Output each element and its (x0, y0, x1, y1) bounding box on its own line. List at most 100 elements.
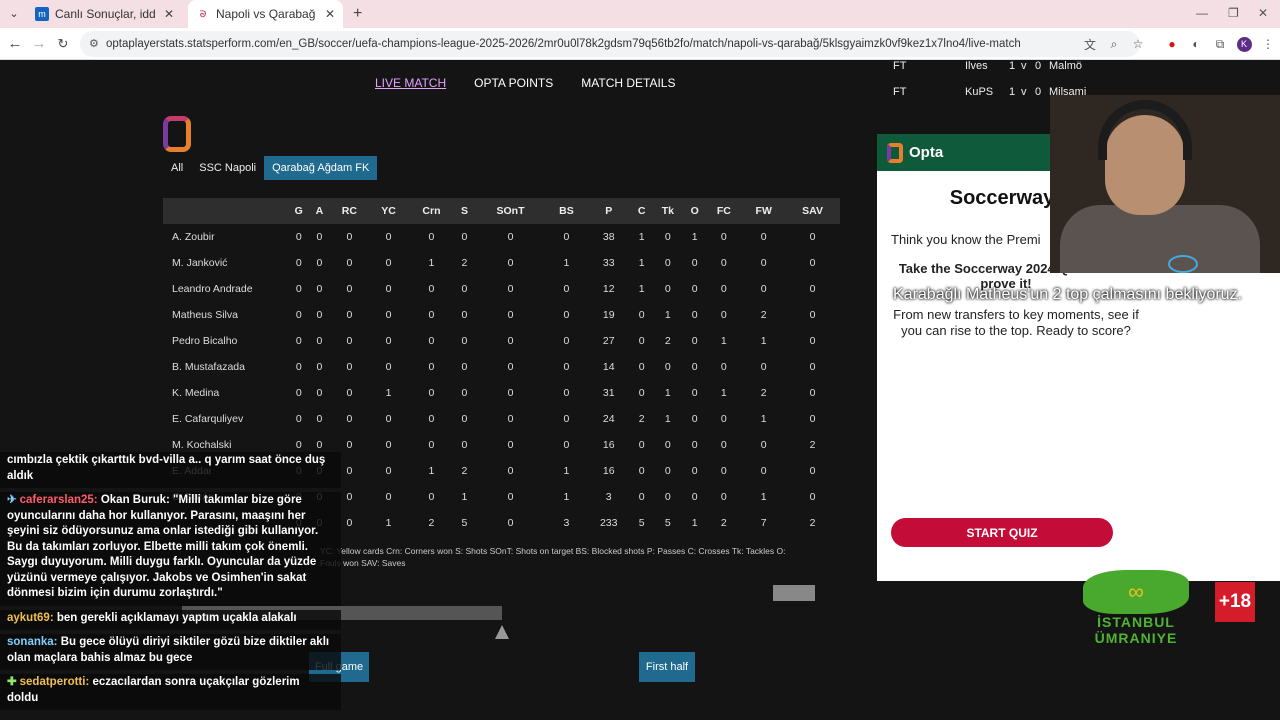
legend-line: Fouls won SAV: Saves (320, 558, 406, 568)
stat-cell: 0 (720, 361, 727, 373)
column-header[interactable]: SOnT (473, 198, 548, 224)
stat-cell: 0 (691, 335, 698, 347)
chat-username[interactable]: caferarslan25: (20, 494, 98, 506)
minimize-icon[interactable]: — (1196, 6, 1208, 20)
stat-cell: 1 (664, 387, 671, 399)
reload-icon[interactable]: ↻ (51, 36, 75, 52)
tab-search-icon[interactable]: ⌄ (7, 7, 21, 21)
column-header[interactable]: G (288, 198, 310, 224)
stat-cell: 0 (638, 361, 645, 373)
stat-cell: 0 (563, 231, 570, 243)
stat-cell: 0 (809, 283, 816, 295)
slider-handle-icon[interactable] (495, 625, 509, 639)
chat-message: aykut69: ben gerekli açıklamayı yaptım u… (0, 609, 341, 630)
stat-cell: 0 (346, 309, 353, 321)
profile-avatar[interactable]: K (1232, 36, 1256, 52)
site-info-icon[interactable]: ⚙ (89, 31, 99, 57)
logo-text: ÜMRANIYE (1094, 630, 1178, 646)
stat-cell: 0 (563, 283, 570, 295)
stat-cell: 0 (691, 439, 698, 451)
tab-live-match[interactable]: LIVE MATCH (375, 76, 446, 90)
stat-cell: 0 (316, 283, 323, 295)
close-window-icon[interactable]: ✕ (1258, 6, 1268, 20)
tab-match-details[interactable]: MATCH DETAILS (581, 76, 675, 90)
close-tab-icon[interactable]: ✕ (164, 7, 174, 21)
column-header[interactable]: O (683, 198, 706, 224)
stat-cell: 1 (638, 257, 645, 269)
column-header[interactable]: Tk (651, 198, 684, 224)
bookmark-star-icon[interactable]: ☆ (1126, 37, 1150, 51)
stat-cell: 0 (428, 335, 435, 347)
column-header[interactable]: RC (329, 198, 370, 224)
column-header[interactable]: P (585, 198, 632, 224)
filter-all[interactable]: All (163, 156, 191, 180)
stat-cell: 0 (720, 231, 727, 243)
stat-cell: 0 (809, 257, 816, 269)
column-header[interactable]: SAV (785, 198, 840, 224)
puzzle-extensions-icon[interactable]: ⧉ (1208, 37, 1232, 52)
stat-cell: 0 (507, 309, 514, 321)
opta-logo-icon (163, 116, 191, 152)
stat-cell: 0 (461, 387, 468, 399)
stat-cell: 5 (461, 517, 468, 529)
column-header[interactable]: S (455, 198, 474, 224)
column-header[interactable]: A (309, 198, 330, 224)
column-header[interactable]: BS (547, 198, 586, 224)
player-name[interactable]: B. Mustafazada (163, 354, 288, 380)
player-name[interactable]: E. Cafarquliyev (163, 406, 288, 432)
stat-cell: 1 (720, 335, 727, 347)
stat-cell: 31 (602, 387, 615, 399)
player-name[interactable]: K. Medina (163, 380, 288, 406)
chat-username[interactable]: sedatperotti: (20, 676, 90, 688)
column-header[interactable]: C (631, 198, 652, 224)
stat-cell: 0 (691, 309, 698, 321)
maximize-icon[interactable]: ❐ (1228, 6, 1239, 20)
column-header[interactable]: YC (369, 198, 408, 224)
close-tab-icon[interactable]: ✕ (325, 7, 335, 21)
table-scroll-thumb[interactable] (773, 585, 815, 601)
stat-cell: 16 (602, 439, 615, 451)
browser-tab-1[interactable]: m Canlı Sonuçlar, iddaa sonuçları ✕ (27, 0, 182, 28)
player-name[interactable]: A. Zoubir (163, 224, 288, 250)
stat-cell: 0 (507, 283, 514, 295)
tab-opta-points[interactable]: OPTA POINTS (474, 76, 553, 90)
column-header[interactable]: FW (742, 198, 786, 224)
column-header[interactable]: FC (705, 198, 743, 224)
stat-cell: 12 (602, 283, 615, 295)
filter-qarabag[interactable]: Qarabağ Ağdam FK (264, 156, 378, 180)
stat-cell: 0 (638, 465, 645, 477)
stat-cell: 0 (691, 387, 698, 399)
column-header[interactable]: Crn (407, 198, 456, 224)
translate-icon[interactable]: 文 (1078, 36, 1102, 53)
stat-cell: 0 (461, 413, 468, 425)
player-name[interactable]: Pedro Bicalho (163, 328, 288, 354)
player-name[interactable]: M. Janković (163, 250, 288, 276)
forward-icon[interactable]: → (27, 35, 51, 52)
back-icon[interactable]: ← (3, 35, 27, 52)
stat-cell: 0 (720, 413, 727, 425)
filter-napoli[interactable]: SSC Napoli (191, 156, 264, 180)
stat-cell: 0 (346, 231, 353, 243)
browser-menu-icon[interactable]: ⋮ (1256, 37, 1280, 51)
stat-cell: 0 (428, 309, 435, 321)
player-name[interactable]: Leandro Andrade (163, 276, 288, 302)
stat-cell: 0 (507, 361, 514, 373)
stat-cell: 0 (461, 335, 468, 347)
chat-username[interactable]: aykut69: (7, 612, 54, 624)
new-tab-icon[interactable]: + (353, 5, 362, 23)
stream-subtitle: Karabağlı Matheus'un 2 top çalmasını bek… (893, 286, 1243, 303)
stat-cell: 0 (346, 361, 353, 373)
first-half-button[interactable]: First half (639, 652, 695, 682)
chat-username[interactable]: sonanka: (7, 636, 58, 648)
istanbul-umraniye-logo: ∞ İSTANBUL ÜMRANIYE (1083, 570, 1189, 650)
extension-icon[interactable]: ◐ (1184, 37, 1208, 51)
opera-extension-icon[interactable]: ● (1160, 37, 1184, 51)
stat-cell: 1 (563, 491, 570, 503)
start-quiz-button[interactable]: START QUIZ (891, 518, 1113, 547)
stat-cell: 0 (664, 491, 671, 503)
zoom-icon[interactable]: ⌕ (1102, 37, 1126, 52)
stat-cell: 0 (295, 257, 302, 269)
result-row[interactable]: FT Ilves 1 v 0 Malmö (893, 53, 1086, 79)
browser-tab-2[interactable]: ᘐ Napoli vs Qarabağ - 25 Nov 20… ✕ (188, 0, 343, 28)
player-name[interactable]: Matheus Silva (163, 302, 288, 328)
